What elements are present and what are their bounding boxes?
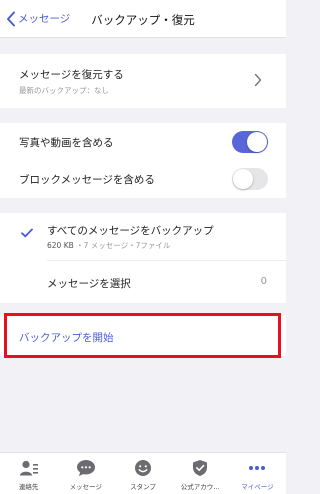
toggle-knob bbox=[233, 169, 253, 189]
more-dots-icon bbox=[249, 466, 266, 470]
tab-label: マイページ bbox=[241, 483, 274, 491]
backup-all-title: すべてのメッセージをバックアップ bbox=[47, 225, 214, 237]
include-blocked-label: ブロックメッセージを含める bbox=[19, 174, 155, 186]
checkmark-icon bbox=[21, 228, 33, 238]
include-media-toggle[interactable] bbox=[232, 131, 268, 153]
tab-contacts[interactable]: 連絡先 bbox=[0, 453, 57, 494]
include-media-row: 写真や動画を含める bbox=[0, 123, 286, 160]
page-title: バックアップ・復元 bbox=[91, 13, 195, 27]
nav-header: メッセージ バックアップ・復元 bbox=[0, 0, 286, 38]
contacts-icon bbox=[19, 460, 38, 476]
include-media-label: 写真や動画を含める bbox=[19, 137, 114, 149]
backup-scope-section: すべてのメッセージをバックアップ 620 KB ・7 メッセージ・7ファイル メ… bbox=[0, 213, 286, 303]
include-blocked-toggle[interactable] bbox=[232, 168, 268, 190]
tab-stamps[interactable]: スタンプ bbox=[114, 453, 171, 494]
backup-size: 620 KB bbox=[47, 241, 74, 250]
backup-all-details: 620 KB ・7 メッセージ・7ファイル bbox=[47, 240, 170, 251]
selected-count: 0 bbox=[260, 276, 267, 287]
include-blocked-row: ブロックメッセージを含める bbox=[0, 160, 286, 197]
restore-title: メッセージを復元する bbox=[19, 69, 124, 81]
tab-label: メッセージ bbox=[69, 483, 102, 491]
tab-messages[interactable]: メッセージ bbox=[57, 453, 114, 494]
select-messages-title: メッセージを選択 bbox=[47, 278, 131, 290]
tab-label: 連絡先 bbox=[18, 483, 39, 491]
include-options-section: 写真や動画を含める ブロックメッセージを含める bbox=[0, 123, 286, 198]
chat-bubble-icon bbox=[76, 460, 95, 476]
tab-my-page[interactable]: マイページ bbox=[229, 453, 286, 494]
verified-shield-icon bbox=[193, 460, 208, 476]
divider bbox=[47, 260, 286, 261]
tab-label: スタンプ bbox=[130, 483, 156, 491]
chevron-right-icon bbox=[254, 73, 262, 87]
tab-bar: 連絡先 メッセージ スタンプ 公式アカウ… マイページ bbox=[0, 452, 286, 494]
toggle-knob bbox=[247, 132, 267, 152]
tab-official-accounts[interactable]: 公式アカウ… bbox=[172, 453, 229, 494]
tab-label: 公式アカウ… bbox=[180, 483, 220, 491]
backup-counts: ・7 メッセージ・7ファイル bbox=[76, 241, 171, 250]
highlight-box bbox=[4, 313, 281, 358]
restore-row[interactable]: メッセージを復元する 最新のバックアップ：なし bbox=[0, 54, 286, 108]
restore-subtitle: 最新のバックアップ：なし bbox=[19, 86, 109, 95]
smiley-icon bbox=[135, 460, 151, 476]
